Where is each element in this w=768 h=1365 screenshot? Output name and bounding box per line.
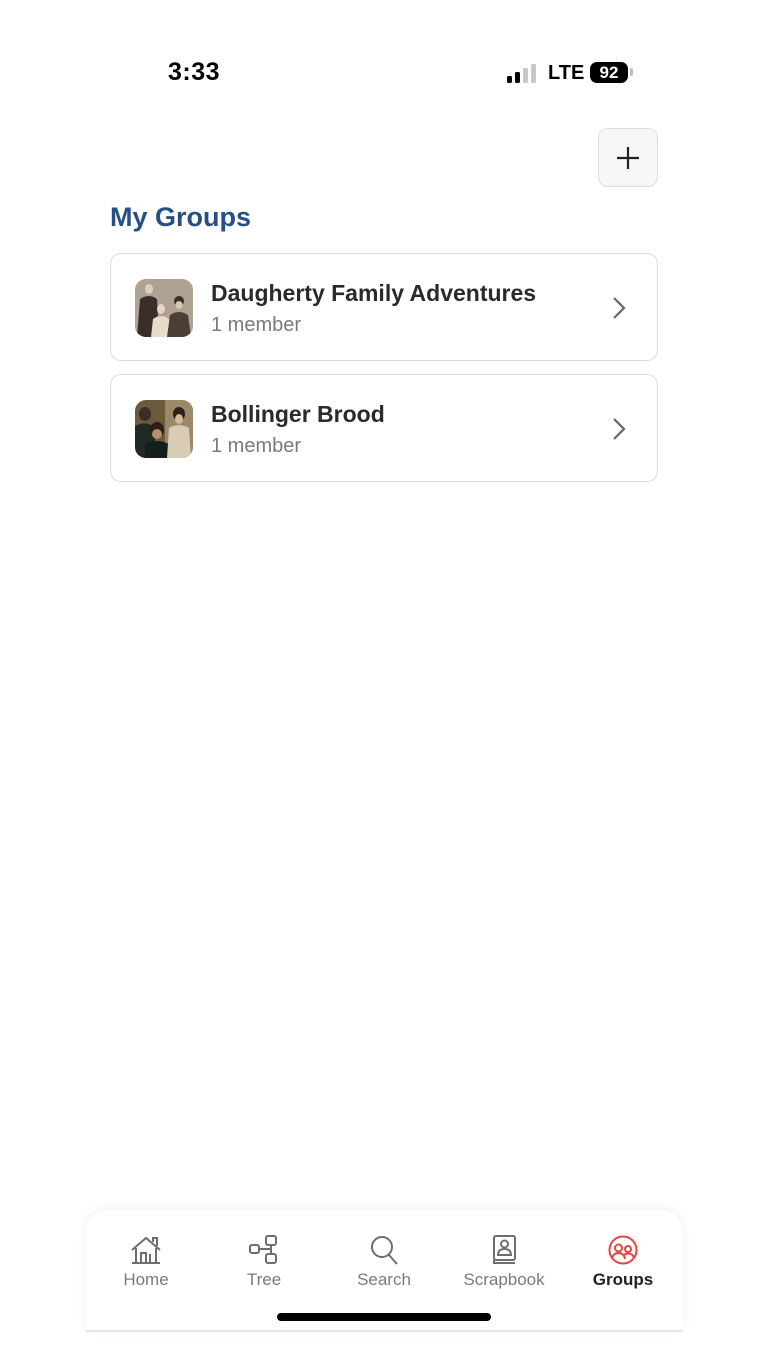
tab-search[interactable]: Search <box>324 1234 444 1294</box>
battery-icon: 92 <box>590 62 628 83</box>
signal-strength-icon <box>507 63 539 83</box>
tab-home[interactable]: Home <box>86 1234 206 1294</box>
tab-scrapbook[interactable]: Scrapbook <box>444 1234 564 1294</box>
chevron-right-icon <box>613 418 626 440</box>
status-bar: 3:33 LTE 92 <box>0 0 768 110</box>
group-card[interactable]: Daugherty Family Adventures 1 member <box>110 253 658 361</box>
home-icon <box>131 1236 161 1264</box>
home-indicator[interactable] <box>277 1313 491 1321</box>
add-group-button[interactable] <box>598 128 658 187</box>
group-card[interactable]: Bollinger Brood 1 member <box>110 374 658 482</box>
group-name: Bollinger Brood <box>211 401 385 427</box>
tab-groups[interactable]: Groups <box>563 1234 683 1294</box>
group-thumbnail <box>135 279 193 337</box>
group-name: Daugherty Family Adventures <box>211 280 537 306</box>
tab-label: Home <box>123 1270 169 1289</box>
group-list: Daugherty Family Adventures 1 member Bol… <box>110 253 658 495</box>
battery-tip <box>630 68 633 76</box>
scrapbook-icon <box>493 1235 516 1264</box>
group-member-count: 1 member <box>211 314 302 336</box>
tab-label: Scrapbook <box>463 1270 545 1289</box>
status-time: 3:33 <box>168 58 221 86</box>
tab-label: Tree <box>246 1270 282 1289</box>
chevron-right-icon <box>613 297 626 319</box>
groups-icon <box>608 1235 638 1265</box>
tree-icon <box>249 1235 277 1264</box>
group-thumbnail <box>135 400 193 458</box>
group-member-count: 1 member <box>211 435 302 457</box>
search-icon <box>371 1236 398 1265</box>
page-title: My Groups <box>110 202 252 232</box>
tab-tree[interactable]: Tree <box>204 1234 324 1294</box>
network-type: LTE <box>548 62 585 84</box>
plus-icon <box>617 146 639 169</box>
tab-label: Groups <box>592 1270 654 1289</box>
tab-label: Search <box>357 1270 411 1289</box>
